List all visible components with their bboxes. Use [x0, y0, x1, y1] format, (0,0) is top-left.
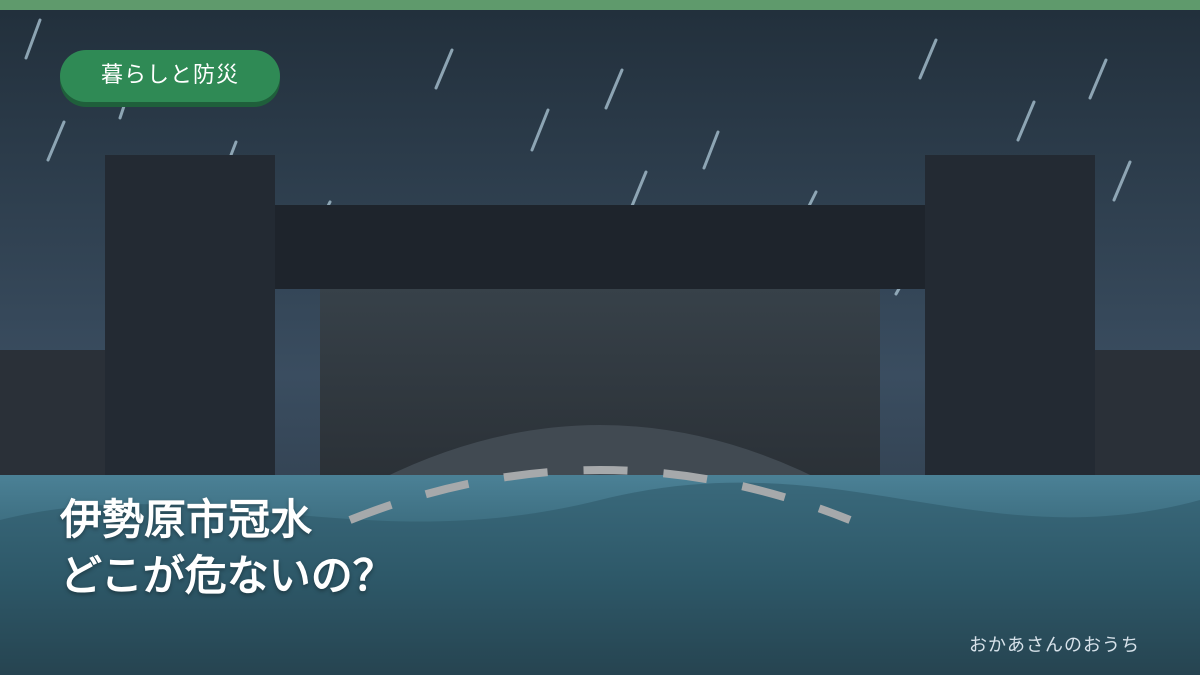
- category-badge: 暮らしと防災: [60, 50, 280, 102]
- hero-banner: 暮らしと防災 伊勢原市冠水 どこが危ないの？ おかあさんのおうち: [0, 0, 1200, 675]
- title-line-2: どこが危ないの？: [60, 551, 395, 600]
- bridge-pillar-right: [925, 155, 1095, 485]
- page-title: 伊勢原市冠水 どこが危ないの？: [60, 492, 395, 604]
- site-credit: おかあさんのおうち: [969, 635, 1140, 656]
- bridge-deck: [275, 205, 925, 289]
- bridge-pillar-left: [105, 155, 275, 485]
- river-bank-right: [1095, 350, 1200, 490]
- title-line-1: 伊勢原市冠水: [60, 495, 313, 544]
- river-bank-left: [0, 350, 105, 490]
